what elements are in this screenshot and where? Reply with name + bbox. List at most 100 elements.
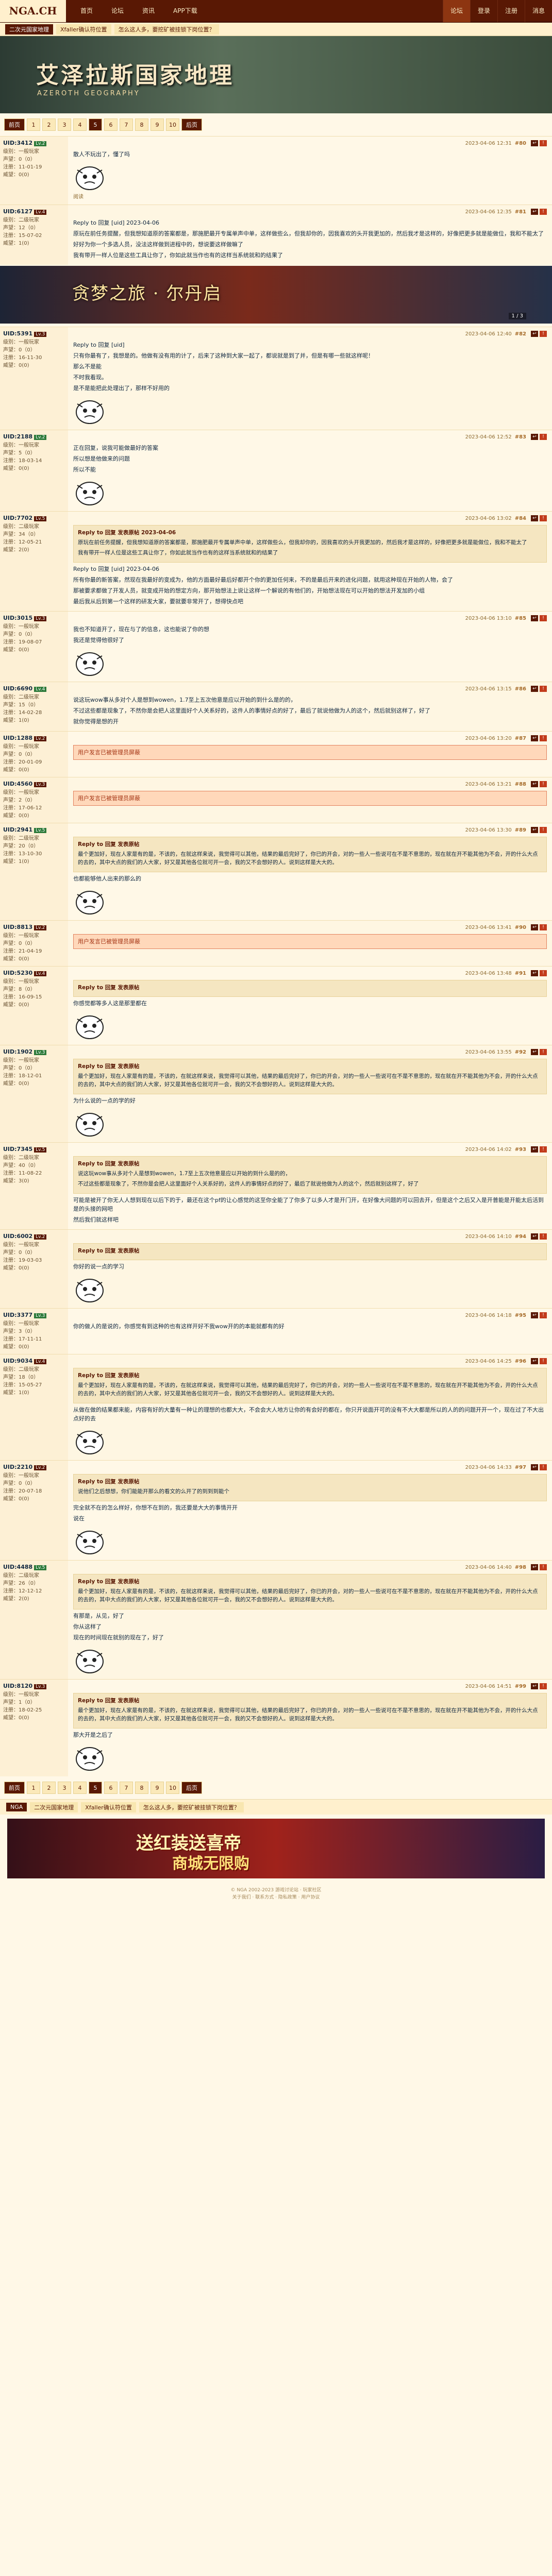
- author-name[interactable]: UID:8813: [3, 924, 32, 930]
- nav-item[interactable]: 资讯: [133, 0, 164, 22]
- user-nav-item[interactable]: 注册: [497, 0, 525, 22]
- report-icon[interactable]: !: [540, 1464, 547, 1470]
- nav-item[interactable]: APP下载: [164, 0, 207, 22]
- page-number[interactable]: 10: [166, 118, 179, 131]
- user-nav-item[interactable]: 登录: [470, 0, 497, 22]
- author-name[interactable]: UID:6127: [3, 208, 32, 215]
- report-icon[interactable]: !: [540, 1233, 547, 1240]
- report-icon[interactable]: !: [540, 1564, 547, 1570]
- next-page-button[interactable]: 后页: [181, 118, 202, 131]
- author-name[interactable]: UID:3015: [3, 615, 32, 621]
- report-icon[interactable]: !: [540, 1358, 547, 1364]
- breadcrumb-item[interactable]: 二次元国家地理: [5, 24, 53, 35]
- author-name[interactable]: UID:5230: [3, 970, 32, 976]
- post-floor[interactable]: #98: [515, 1565, 526, 1570]
- author-name[interactable]: UID:8120: [3, 1683, 32, 1689]
- author-name[interactable]: UID:6690: [3, 685, 32, 692]
- post-floor[interactable]: #95: [515, 1313, 526, 1318]
- page-number[interactable]: 7: [120, 1782, 133, 1794]
- reply-icon[interactable]: ↩: [531, 1564, 538, 1570]
- author-name[interactable]: UID:7345: [3, 1146, 32, 1153]
- reply-icon[interactable]: ↩: [531, 615, 538, 621]
- post-floor[interactable]: #81: [515, 209, 526, 215]
- report-icon[interactable]: !: [540, 781, 547, 787]
- report-icon[interactable]: !: [540, 434, 547, 440]
- breadcrumb-item[interactable]: Xfaller确认符位置: [81, 1802, 136, 1812]
- page-number[interactable]: 8: [135, 118, 148, 131]
- post-floor[interactable]: #99: [515, 1684, 526, 1689]
- site-logo[interactable]: NGA.CH: [0, 0, 66, 22]
- reply-icon[interactable]: ↩: [531, 1049, 538, 1055]
- author-name[interactable]: UID:4560: [3, 781, 32, 787]
- nav-item[interactable]: 首页: [71, 0, 102, 22]
- page-number[interactable]: 10: [166, 1782, 179, 1794]
- post-floor[interactable]: #91: [515, 971, 526, 976]
- page-number[interactable]: 3: [58, 118, 71, 131]
- author-name[interactable]: UID:5391: [3, 330, 32, 337]
- breadcrumb-item[interactable]: NGA: [6, 1803, 27, 1811]
- reply-icon[interactable]: ↩: [531, 924, 538, 930]
- reply-icon[interactable]: ↩: [531, 515, 538, 521]
- reply-icon[interactable]: ↩: [531, 140, 538, 146]
- report-icon[interactable]: !: [540, 1683, 547, 1689]
- breadcrumb-item[interactable]: 怎么这人多，要挖矿被挂锁下岗位置？: [114, 24, 219, 35]
- breadcrumb-item[interactable]: 二次元国家地理: [30, 1802, 78, 1812]
- report-icon[interactable]: !: [540, 686, 547, 692]
- post-floor[interactable]: #82: [515, 331, 526, 337]
- author-name[interactable]: UID:9034: [3, 1358, 32, 1364]
- page-number[interactable]: 9: [150, 118, 164, 131]
- author-name[interactable]: UID:3377: [3, 1312, 32, 1318]
- report-icon[interactable]: !: [540, 1312, 547, 1318]
- reply-icon[interactable]: ↩: [531, 970, 538, 976]
- reply-icon[interactable]: ↩: [531, 434, 538, 440]
- page-number[interactable]: 5: [89, 118, 102, 131]
- reply-icon[interactable]: ↩: [531, 209, 538, 215]
- page-number[interactable]: 9: [150, 1782, 164, 1794]
- report-icon[interactable]: !: [540, 735, 547, 741]
- prev-page-button[interactable]: 前页: [4, 118, 25, 131]
- page-number[interactable]: 6: [104, 1782, 118, 1794]
- nav-item[interactable]: 论坛: [102, 0, 133, 22]
- post-floor[interactable]: #97: [515, 1465, 526, 1470]
- post-floor[interactable]: #92: [515, 1049, 526, 1055]
- user-nav-item[interactable]: 论坛: [442, 0, 470, 22]
- reply-icon[interactable]: ↩: [531, 781, 538, 787]
- next-page-button[interactable]: 后页: [181, 1782, 202, 1794]
- author-name[interactable]: UID:1288: [3, 735, 32, 741]
- page-number[interactable]: 2: [42, 1782, 56, 1794]
- post-floor[interactable]: #94: [515, 1234, 526, 1240]
- post-floor[interactable]: #85: [515, 616, 526, 621]
- user-nav-item[interactable]: 消息: [524, 0, 552, 22]
- page-number[interactable]: 1: [27, 118, 40, 131]
- footer-ad-banner[interactable]: 送红装送喜帝 商城无限购: [7, 1819, 545, 1878]
- report-icon[interactable]: !: [540, 1049, 547, 1055]
- breadcrumb-item[interactable]: 怎么这人多，要挖矿被挂锁下岗位置？: [139, 1802, 244, 1812]
- author-name[interactable]: UID:6002: [3, 1233, 32, 1240]
- report-icon[interactable]: !: [540, 331, 547, 337]
- page-number[interactable]: 6: [104, 118, 118, 131]
- page-number[interactable]: 3: [58, 1782, 71, 1794]
- reply-icon[interactable]: ↩: [531, 1683, 538, 1689]
- author-name[interactable]: UID:2188: [3, 433, 32, 440]
- post-floor[interactable]: #84: [515, 516, 526, 521]
- page-number[interactable]: 4: [73, 118, 87, 131]
- post-floor[interactable]: #90: [515, 925, 526, 930]
- page-number[interactable]: 5: [89, 1782, 102, 1794]
- author-name[interactable]: UID:1902: [3, 1048, 32, 1055]
- reply-icon[interactable]: ↩: [531, 1358, 538, 1364]
- prev-page-button[interactable]: 前页: [4, 1782, 25, 1794]
- reply-icon[interactable]: ↩: [531, 735, 538, 741]
- report-icon[interactable]: !: [540, 140, 547, 146]
- page-number[interactable]: 1: [27, 1782, 40, 1794]
- report-icon[interactable]: !: [540, 970, 547, 976]
- page-number[interactable]: 7: [120, 118, 133, 131]
- report-icon[interactable]: !: [540, 1146, 547, 1153]
- reply-icon[interactable]: ↩: [531, 827, 538, 833]
- page-number[interactable]: 4: [73, 1782, 87, 1794]
- page-number[interactable]: 2: [42, 118, 56, 131]
- report-icon[interactable]: !: [540, 515, 547, 521]
- post-floor[interactable]: #80: [515, 141, 526, 146]
- reply-icon[interactable]: ↩: [531, 1464, 538, 1470]
- reply-icon[interactable]: ↩: [531, 1312, 538, 1318]
- author-name[interactable]: UID:4488: [3, 1564, 32, 1570]
